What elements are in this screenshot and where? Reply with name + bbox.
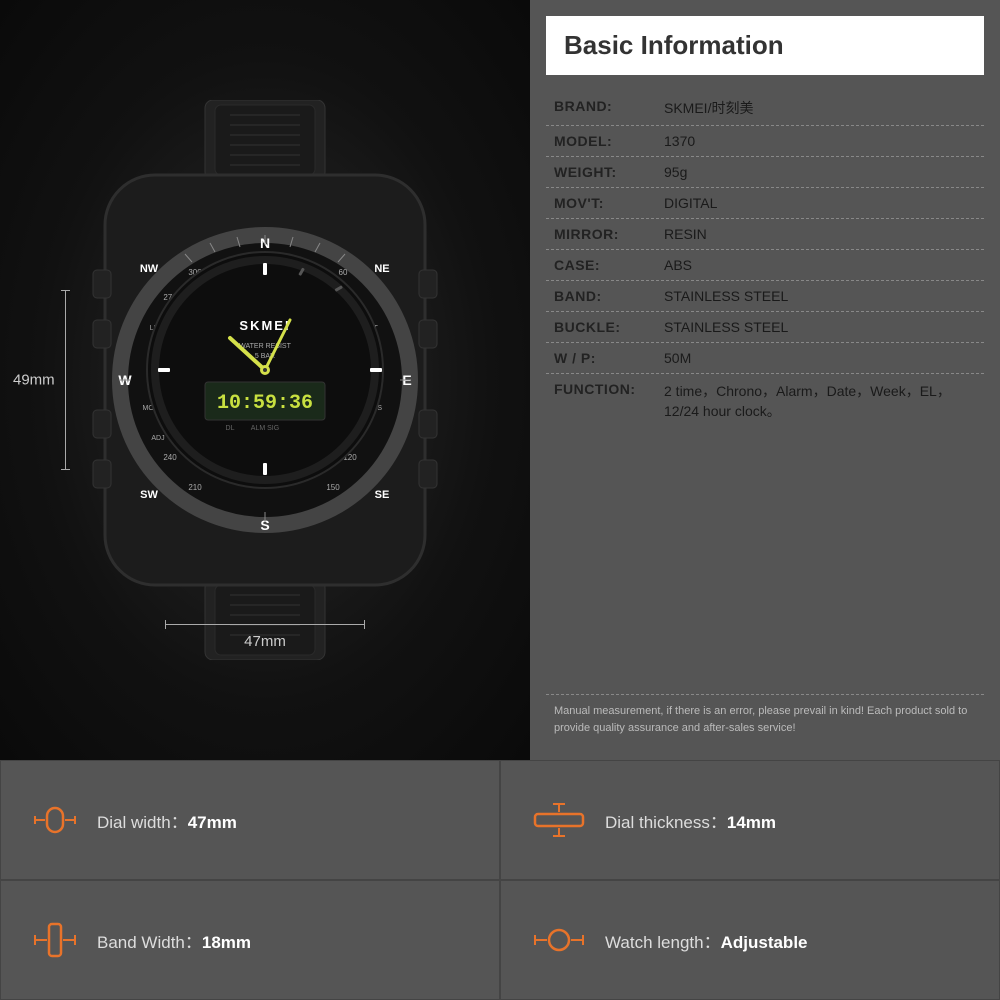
dial-thickness-icon — [531, 800, 587, 840]
svg-text:SKMEI: SKMEI — [239, 318, 290, 333]
dimension-height-label: 49mm — [65, 290, 66, 470]
spec-label: BRAND: — [554, 98, 664, 114]
svg-text:NE: NE — [374, 263, 389, 275]
spec-row: BRAND:SKMEI/时刻美 — [546, 91, 984, 126]
svg-text:WATER RESIST: WATER RESIST — [239, 343, 291, 350]
svg-text:10:59:36: 10:59:36 — [217, 392, 313, 415]
dial-thickness-text: Dial thickness：14mm — [605, 808, 776, 833]
bottom-row-1: Dial width：47mm Dial thickness：14mm — [0, 760, 1000, 880]
svg-text:DL: DL — [226, 425, 235, 432]
spec-table: BRAND:SKMEI/时刻美MODEL:1370WEIGHT:95gMOV'T… — [546, 91, 984, 684]
spec-cell-dial-thickness: Dial thickness：14mm — [500, 760, 1000, 880]
spec-value: 50M — [664, 350, 976, 366]
spec-row: MIRROR:RESIN — [546, 219, 984, 250]
svg-text:240: 240 — [163, 453, 177, 462]
spec-value: ABS — [664, 257, 976, 273]
bottom-bar: Dial width：47mm Dial thickness：14mm — [0, 760, 1000, 1000]
spec-value: RESIN — [664, 226, 976, 242]
spec-row: BAND:STAINLESS STEEL — [546, 281, 984, 312]
spec-label: BUCKLE: — [554, 319, 664, 335]
spec-cell-band-width: Band Width：18mm — [0, 880, 500, 1000]
watch-image: N S E W NE NW SE SW 00 30 60 330 — [75, 100, 455, 660]
spec-row: MOV'T:DIGITAL — [546, 188, 984, 219]
watch-length-icon — [531, 920, 587, 960]
svg-text:NW: NW — [140, 263, 159, 275]
band-width-value: 18mm — [202, 933, 251, 952]
dial-width-value: 47mm — [188, 813, 237, 832]
spec-value: 1370 — [664, 133, 976, 149]
spec-label: W / P: — [554, 350, 664, 366]
info-title-box: Basic Information — [546, 16, 984, 75]
svg-text:210: 210 — [188, 483, 202, 492]
bottom-row-2: Band Width：18mm Watch length：Adjustable — [0, 880, 1000, 1000]
spec-cell-dial-width: Dial width：47mm — [0, 760, 500, 880]
spec-label: CASE: — [554, 257, 664, 273]
spec-value: 2 time，Chrono，Alarm，Date，Week，EL，12/24 h… — [664, 381, 976, 421]
watch-length-text: Watch length：Adjustable — [605, 928, 808, 953]
spec-label: MIRROR: — [554, 226, 664, 242]
spec-row: W / P:50M — [546, 343, 984, 374]
spec-row: FUNCTION:2 time，Chrono，Alarm，Date，Week，E… — [546, 374, 984, 428]
spec-value: 95g — [664, 164, 976, 180]
spec-value: SKMEI/时刻美 — [664, 98, 976, 118]
spec-value: DIGITAL — [664, 195, 976, 211]
svg-text:ADJ: ADJ — [151, 435, 164, 442]
dial-width-icon — [31, 800, 79, 840]
spec-label: WEIGHT: — [554, 164, 664, 180]
spec-row: CASE:ABS — [546, 250, 984, 281]
svg-text:150: 150 — [326, 483, 340, 492]
band-width-text: Band Width：18mm — [97, 928, 251, 953]
dimension-width-label: 47mm — [165, 624, 365, 650]
watch-length-value: Adjustable — [721, 933, 808, 952]
spec-cell-watch-length: Watch length：Adjustable — [500, 880, 1000, 1000]
spec-label: BAND: — [554, 288, 664, 304]
spec-note: Manual measurement, if there is an error… — [546, 694, 984, 744]
spec-value: STAINLESS STEEL — [664, 319, 976, 335]
spec-row: MODEL:1370 — [546, 126, 984, 157]
svg-text:SW: SW — [140, 489, 158, 501]
dial-width-text: Dial width：47mm — [97, 808, 237, 833]
dial-thickness-value: 14mm — [727, 813, 776, 832]
spec-label: MODEL: — [554, 133, 664, 149]
svg-text:ALM SIG: ALM SIG — [251, 425, 279, 432]
spec-row: WEIGHT:95g — [546, 157, 984, 188]
svg-text:60: 60 — [339, 268, 348, 277]
spec-label: FUNCTION: — [554, 381, 664, 397]
watch-area: N S E W NE NW SE SW 00 30 60 330 — [0, 0, 530, 760]
spec-value: STAINLESS STEEL — [664, 288, 976, 304]
watch-container: N S E W NE NW SE SW 00 30 60 330 — [55, 70, 475, 690]
info-title: Basic Information — [564, 30, 784, 60]
spec-row: BUCKLE:STAINLESS STEEL — [546, 312, 984, 343]
info-panel: Basic Information BRAND:SKMEI/时刻美MODEL:1… — [530, 0, 1000, 760]
svg-text:SE: SE — [375, 489, 390, 501]
spec-label: MOV'T: — [554, 195, 664, 211]
main-area: N S E W NE NW SE SW 00 30 60 330 — [0, 0, 1000, 760]
band-width-icon — [31, 920, 79, 960]
